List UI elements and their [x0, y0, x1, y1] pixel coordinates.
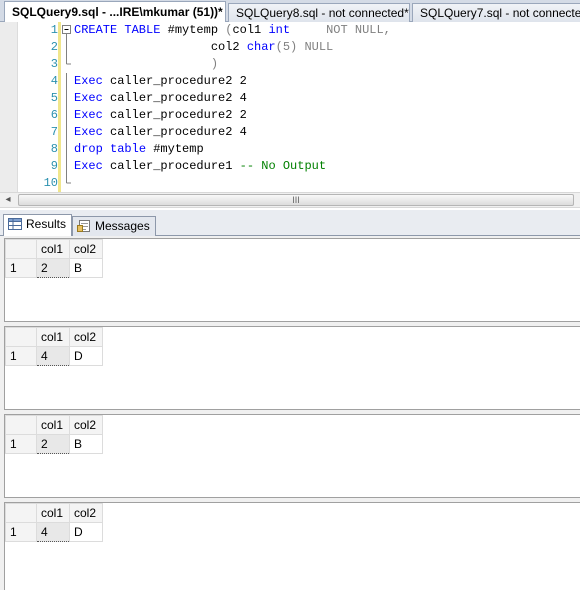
- code-token: caller_procedure2 2: [102, 74, 247, 88]
- code-token: Exec: [74, 125, 103, 139]
- code-token: char: [246, 40, 276, 54]
- column-header-col2[interactable]: col2: [69, 415, 103, 435]
- column-header-col1[interactable]: col1: [36, 239, 70, 259]
- corner-header[interactable]: [5, 239, 37, 259]
- row-number[interactable]: 1: [5, 258, 37, 278]
- row-number[interactable]: 1: [5, 346, 37, 366]
- code-token: int: [268, 23, 291, 37]
- code-token: Exec: [74, 74, 103, 88]
- corner-header[interactable]: [5, 415, 37, 435]
- line-number: 9: [50, 159, 58, 173]
- grid-icon: [8, 218, 22, 230]
- code-token: (5) NULL: [275, 40, 334, 54]
- code-token: #mytemp: [160, 23, 226, 37]
- tab-messages[interactable]: Messages: [72, 216, 156, 236]
- tab-label: SQLQuery8.sql - not connected*: [236, 6, 409, 20]
- result-grid-4[interactable]: col1 col2 14D: [4, 502, 580, 590]
- line-number: 1: [50, 23, 58, 37]
- tab-results[interactable]: Results: [3, 214, 73, 237]
- cell-col1[interactable]: 4: [36, 522, 70, 542]
- code-line[interactable]: CREATE TABLE #mytemp (col1 int NOT NULL,: [74, 22, 391, 39]
- code-token: col1: [232, 23, 269, 37]
- code-token: caller_procedure2 2: [102, 108, 247, 122]
- result-grid-3[interactable]: col1 col2 12B: [4, 414, 580, 498]
- code-token: Exec: [74, 91, 103, 105]
- code-token: -- No Output: [239, 159, 327, 173]
- code-token: #mytemp: [146, 142, 204, 156]
- code-line[interactable]: Exec caller_procedure1 -- No Output: [74, 158, 326, 175]
- line-number: 4: [50, 74, 58, 88]
- code-token: caller_procedure2 4: [102, 125, 247, 139]
- results-area: col1 col2 12B col1 col2 14D col1 col2 12B c…: [0, 236, 580, 590]
- code-token: NOT NULL,: [290, 23, 391, 37]
- result-table: col1 col2 14D: [5, 503, 103, 542]
- scroll-thumb[interactable]: III: [18, 194, 574, 206]
- line-number: 10: [43, 176, 58, 190]
- results-tab-strip: Results Messages: [0, 210, 580, 237]
- code-token: caller_procedure2 4: [102, 91, 247, 105]
- code-line[interactable]: ): [74, 56, 218, 73]
- code-token: CREATE TABLE: [74, 23, 161, 37]
- result-table: col1 col2 12B: [5, 239, 103, 278]
- cell-col2[interactable]: B: [69, 258, 103, 278]
- result-table: col1 col2 14D: [5, 327, 103, 366]
- column-header-col2[interactable]: col2: [69, 327, 103, 347]
- code-line[interactable]: Exec caller_procedure2 2: [74, 107, 247, 124]
- cell-col2[interactable]: B: [69, 434, 103, 454]
- outline-collapse-icon[interactable]: [61, 22, 73, 192]
- indicator-margin: [0, 22, 18, 192]
- code-line[interactable]: col2 char(5) NULL: [74, 39, 333, 56]
- cell-col2[interactable]: D: [69, 522, 103, 542]
- query-editor[interactable]: 1 2 3 4 5 6 7 8 9 10 CREATE TABLE #mytem…: [0, 22, 580, 192]
- code-line[interactable]: Exec caller_procedure2 4: [74, 90, 247, 107]
- tab-messages-label: Messages: [95, 219, 150, 233]
- line-number: 8: [50, 142, 58, 156]
- code-area[interactable]: CREATE TABLE #mytemp (col1 int NOT NULL,…: [74, 22, 574, 192]
- row-number[interactable]: 1: [5, 434, 37, 454]
- code-line[interactable]: Exec caller_procedure2 4: [74, 124, 247, 141]
- horizontal-scrollbar[interactable]: ◂ III: [0, 192, 580, 208]
- line-number: 3: [50, 57, 58, 71]
- corner-header[interactable]: [5, 503, 37, 523]
- tab-sqlquery7[interactable]: SQLQuery7.sql - not connected: [412, 3, 580, 22]
- code-token: Exec: [74, 108, 103, 122]
- line-number: 6: [50, 108, 58, 122]
- column-header-col2[interactable]: col2: [69, 239, 103, 259]
- code-token: ): [74, 57, 219, 71]
- code-token: Exec: [74, 159, 103, 173]
- thumb-grip: III: [292, 195, 300, 205]
- tab-label: SQLQuery9.sql - ...IRE\mkumar (51))*: [12, 5, 223, 19]
- code-token: caller_procedure1: [102, 159, 240, 173]
- scroll-left-icon[interactable]: ◂: [0, 193, 16, 207]
- tab-sqlquery9[interactable]: SQLQuery9.sql - ...IRE\mkumar (51))*: [4, 1, 226, 23]
- code-token: drop: [74, 142, 103, 156]
- tab-label: SQLQuery7.sql - not connected: [420, 6, 580, 20]
- cell-col1[interactable]: 2: [36, 258, 70, 278]
- result-table: col1 col2 12B: [5, 415, 103, 454]
- document-tab-strip: SQLQuery9.sql - ...IRE\mkumar (51))* SQL…: [0, 0, 580, 23]
- cell-col1[interactable]: 2: [36, 434, 70, 454]
- result-grid-2[interactable]: col1 col2 14D: [4, 326, 580, 410]
- line-number: 7: [50, 125, 58, 139]
- tab-results-label: Results: [26, 217, 67, 231]
- column-header-col2[interactable]: col2: [69, 503, 103, 523]
- cell-col1[interactable]: 4: [36, 346, 70, 366]
- line-number-gutter: 1 2 3 4 5 6 7 8 9 10: [18, 22, 58, 192]
- messages-icon: [77, 220, 90, 232]
- code-line[interactable]: Exec caller_procedure2 2: [74, 73, 247, 90]
- column-header-col1[interactable]: col1: [36, 415, 70, 435]
- tab-sqlquery8[interactable]: SQLQuery8.sql - not connected*: [228, 3, 410, 22]
- row-number[interactable]: 1: [5, 522, 37, 542]
- line-number: 2: [50, 40, 58, 54]
- corner-header[interactable]: [5, 327, 37, 347]
- result-grid-1[interactable]: col1 col2 12B: [4, 238, 580, 322]
- code-token: col2: [74, 40, 247, 54]
- column-header-col1[interactable]: col1: [36, 327, 70, 347]
- line-number: 5: [50, 91, 58, 105]
- cell-col2[interactable]: D: [69, 346, 103, 366]
- column-header-col1[interactable]: col1: [36, 503, 70, 523]
- code-token: table: [110, 142, 147, 156]
- code-line[interactable]: drop table #mytemp: [74, 141, 204, 158]
